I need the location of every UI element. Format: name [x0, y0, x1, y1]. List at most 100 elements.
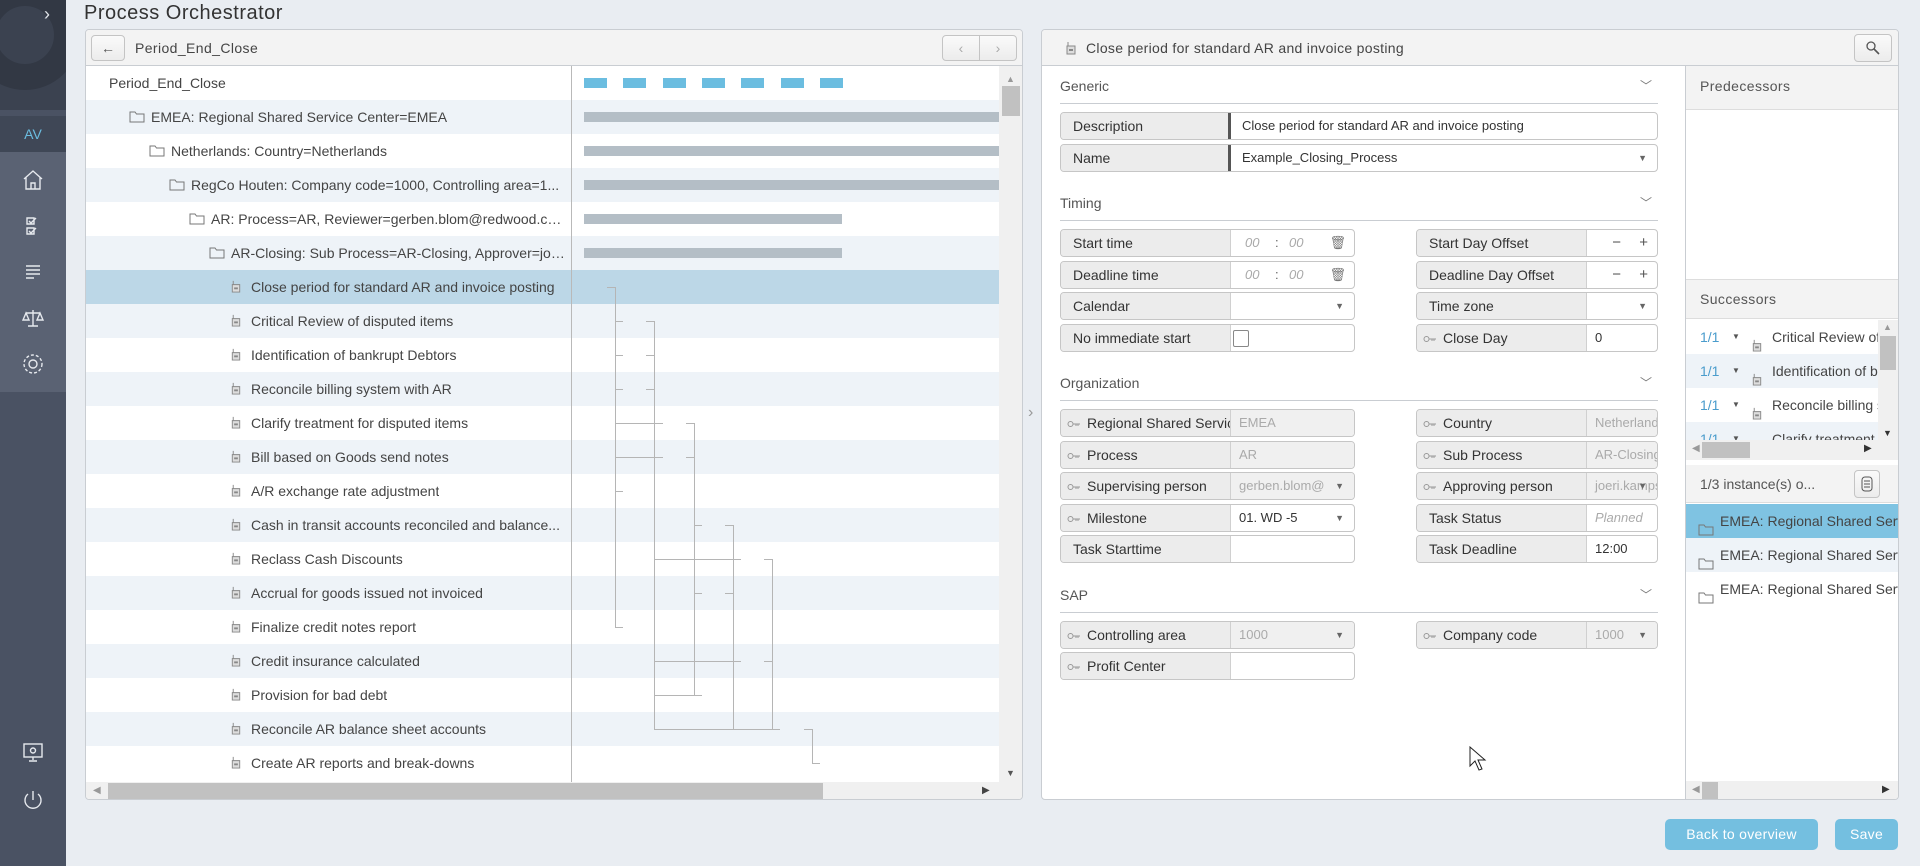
summary-bar[interactable] — [584, 214, 843, 224]
instance-item[interactable]: EMEA: Regional Shared Service Center=EME… — [1686, 572, 1898, 606]
instance-item[interactable]: EMEA: Regional Shared Service Center=EME… — [1686, 504, 1898, 538]
trash-icon[interactable]: 🗑 — [1329, 262, 1346, 288]
name-input[interactable]: Example_Closing_Process ▼ — [1234, 145, 1657, 171]
successor-item[interactable]: 1/1 ▼ Critical Review of disputed items — [1686, 320, 1878, 354]
task-bar[interactable] — [741, 78, 765, 88]
trash-icon[interactable]: 🗑 — [1329, 230, 1346, 256]
folder-row[interactable]: EMEA: Regional Shared Service Center=EME… — [86, 100, 999, 134]
dropdown-arrow-icon[interactable]: ▼ — [1732, 388, 1740, 422]
previous-button[interactable]: ‹ — [942, 35, 980, 61]
home-icon[interactable] — [21, 168, 45, 192]
dropdown-arrow-icon[interactable]: ▼ — [1638, 293, 1647, 319]
folder-row[interactable]: Netherlands: Country=Netherlands — [86, 134, 999, 168]
folder-row[interactable]: AR-Closing: Sub Process=AR-Closing, Appr… — [86, 236, 999, 270]
task-starttime-input[interactable] — [1231, 536, 1354, 562]
deadline-day-offset-input[interactable]: − + — [1587, 262, 1657, 288]
task-deadline-input[interactable]: 12:00 — [1587, 536, 1657, 562]
chevron-down-icon[interactable]: ﹀ — [1640, 371, 1652, 395]
start-day-offset-input[interactable]: − + — [1587, 230, 1657, 256]
horizontal-scrollbar[interactable]: ◀ ▶ — [86, 782, 1022, 799]
profit-center-input[interactable] — [1231, 653, 1354, 679]
successor-item[interactable]: 1/1 ▼ Reconcile billing system with AR — [1686, 388, 1878, 422]
vertical-scrollbar[interactable]: ▲ ▼ — [999, 66, 1022, 782]
calendar-input[interactable]: ▼ — [1231, 293, 1354, 319]
task-bar[interactable] — [780, 78, 804, 88]
checkbox[interactable] — [1233, 329, 1249, 347]
increment-button[interactable]: + — [1639, 230, 1648, 256]
dropdown-arrow-icon[interactable]: ▼ — [1335, 622, 1344, 648]
chevron-down-icon[interactable]: ﹀ — [1640, 191, 1652, 215]
back-button[interactable]: ← — [91, 35, 125, 61]
increment-button[interactable]: + — [1639, 262, 1648, 288]
summary-bar[interactable] — [584, 248, 843, 258]
successors-vertical-scrollbar[interactable]: ▲ ▼ — [1878, 320, 1898, 440]
task-row[interactable]: Critical Review of disputed items — [86, 304, 999, 338]
task-row[interactable]: Reconcile billing system with AR — [86, 372, 999, 406]
dropdown-arrow-icon[interactable]: ▼ — [1335, 505, 1344, 531]
instance-count[interactable]: 1/1 — [1700, 354, 1719, 388]
description-input[interactable]: Close period for standard AR and invoice… — [1234, 113, 1657, 139]
dropdown-arrow-icon[interactable]: ▼ — [1638, 473, 1647, 499]
time-zone-input[interactable]: ▼ — [1587, 293, 1657, 319]
expand-chevron-icon[interactable]: › — [44, 4, 50, 25]
next-button[interactable]: › — [979, 35, 1017, 61]
task-bar[interactable] — [662, 78, 686, 88]
instance-item[interactable]: EMEA: Regional Shared Service Center=EME… — [1686, 538, 1898, 572]
instance-count[interactable]: 1/1 — [1700, 422, 1719, 440]
task-row[interactable]: Close period for standard AR and invoice… — [86, 270, 999, 304]
section-timing[interactable]: Timing ﹀ — [1060, 191, 1658, 221]
column-divider[interactable] — [571, 66, 572, 782]
minutes-input[interactable]: 00 — [1289, 230, 1303, 256]
section-generic[interactable]: Generic ﹀ — [1060, 74, 1658, 104]
list-icon[interactable] — [21, 260, 45, 284]
task-row[interactable]: Cash in transit accounts reconciled and … — [86, 508, 999, 542]
task-row[interactable]: Reconcile AR balance sheet accounts — [86, 712, 999, 746]
checklist-icon[interactable] — [21, 214, 45, 238]
task-row[interactable]: Reclass Cash Discounts — [86, 542, 999, 576]
task-row[interactable]: Finalize credit notes report — [86, 610, 999, 644]
instance-count[interactable]: 1/1 — [1700, 320, 1719, 354]
scales-icon[interactable] — [21, 306, 45, 330]
task-row[interactable]: Accrual for goods issued not invoiced — [86, 576, 999, 610]
folder-row[interactable]: AR: Process=AR, Reviewer=gerben.blom@red… — [86, 202, 999, 236]
decrement-button[interactable]: − — [1612, 262, 1621, 288]
chevron-down-icon[interactable]: ﹀ — [1640, 74, 1652, 98]
decrement-button[interactable]: − — [1612, 230, 1621, 256]
no-immediate-start-input[interactable] — [1231, 325, 1354, 351]
successors-horizontal-scrollbar[interactable]: ◀ ▶ — [1686, 440, 1898, 460]
task-bar[interactable] — [819, 78, 843, 88]
root-row[interactable]: Period_End_Close — [86, 66, 999, 100]
successor-item[interactable]: 1/1 ▼ Identification of bankrupt Debtors — [1686, 354, 1878, 388]
instances-list-button[interactable] — [1854, 470, 1880, 498]
summary-bar[interactable] — [584, 112, 999, 122]
summary-bar[interactable] — [584, 180, 999, 190]
close-day-input[interactable]: 0 — [1587, 325, 1657, 351]
dropdown-arrow-icon[interactable]: ▼ — [1732, 422, 1740, 440]
start-time-input[interactable]: 00:00 🗑 — [1231, 230, 1354, 256]
splitter-toggle-icon[interactable]: › — [1028, 404, 1033, 422]
dropdown-arrow-icon[interactable]: ▼ — [1638, 622, 1647, 648]
dropdown-arrow-icon[interactable]: ▼ — [1732, 354, 1740, 388]
task-row[interactable]: Identification of bankrupt Debtors — [86, 338, 999, 372]
deadline-time-input[interactable]: 00:00 🗑 — [1231, 262, 1354, 288]
back-to-overview-button[interactable]: Back to overview — [1665, 819, 1818, 850]
power-icon[interactable] — [21, 788, 45, 812]
summary-bar[interactable] — [584, 146, 999, 156]
instance-count[interactable]: 1/1 — [1700, 388, 1719, 422]
monitor-settings-icon[interactable] — [21, 740, 45, 764]
save-button[interactable]: Save — [1835, 819, 1898, 850]
task-row[interactable]: Create AR reports and break-downs — [86, 746, 999, 780]
section-organization[interactable]: Organization ﹀ — [1060, 371, 1658, 401]
folder-row[interactable]: RegCo Houten: Company code=1000, Control… — [86, 168, 999, 202]
task-row[interactable]: Bill based on Goods send notes — [86, 440, 999, 474]
dropdown-arrow-icon[interactable]: ▼ — [1335, 293, 1344, 319]
task-bar[interactable] — [701, 78, 725, 88]
task-row[interactable]: A/R exchange rate adjustment — [86, 474, 999, 508]
task-bar[interactable] — [584, 78, 607, 88]
gear-icon[interactable] — [21, 352, 45, 376]
section-sap[interactable]: SAP ﹀ — [1060, 583, 1658, 613]
hours-input[interactable]: 00 — [1245, 262, 1259, 288]
chevron-down-icon[interactable]: ﹀ — [1640, 583, 1652, 607]
minutes-input[interactable]: 00 — [1289, 262, 1303, 288]
user-avatar[interactable]: AV — [0, 116, 66, 152]
